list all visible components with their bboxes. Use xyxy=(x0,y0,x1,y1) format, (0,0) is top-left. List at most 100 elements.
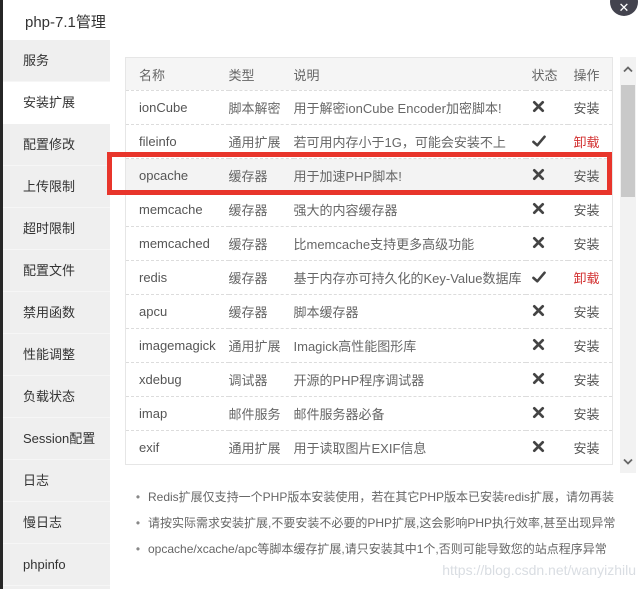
table-row: opcache 缓存器 用于加速PHP脚本! 安装 xyxy=(126,159,613,193)
action-cell: 安装 xyxy=(568,193,613,227)
type-cell: 通用扩展 xyxy=(229,125,294,159)
action-cell: 安装 xyxy=(568,431,613,465)
page-title: php-7.1管理 xyxy=(25,11,106,32)
action-link[interactable]: 卸载 xyxy=(574,271,600,286)
check-icon xyxy=(532,135,546,150)
sidebar-item[interactable]: 超时限制 xyxy=(3,208,110,250)
name-cell: apcu xyxy=(126,295,229,329)
x-icon xyxy=(532,202,545,218)
desc-cell: 用于加速PHP脚本! xyxy=(294,159,526,193)
action-link[interactable]: 安装 xyxy=(574,203,600,218)
action-link[interactable]: 安装 xyxy=(574,373,600,388)
type-cell: 邮件服务 xyxy=(229,397,294,431)
action-cell: 安装 xyxy=(568,91,613,125)
status-cell xyxy=(526,159,568,193)
header-cell: 名称 xyxy=(126,58,229,91)
sidebar-item-label: 超时限制 xyxy=(23,221,75,236)
x-icon xyxy=(532,236,545,252)
type-cell: 缓存器 xyxy=(229,295,294,329)
table-row: xdebug 调试器 开源的PHP程序调试器 安装 xyxy=(126,363,613,397)
desc-cell: 脚本缓存器 xyxy=(294,295,526,329)
name-cell: opcache xyxy=(126,159,229,193)
sidebar-item[interactable]: 日志 xyxy=(3,460,110,502)
note-item: •opcache/xcache/apc等脚本缓存扩展,请只安装其中1个,否则可能… xyxy=(128,536,633,562)
name-cell: redis xyxy=(126,261,229,295)
sidebar-item-label: Session配置 xyxy=(23,431,95,446)
sidebar-item-label: phpinfo xyxy=(23,557,66,572)
sidebar-item-label: 配置文件 xyxy=(23,263,75,278)
note-text: opcache/xcache/apc等脚本缓存扩展,请只安装其中1个,否则可能导… xyxy=(148,542,607,556)
scroll-down-button[interactable] xyxy=(620,451,636,471)
header-cell: 说明 xyxy=(294,58,526,91)
bullet-icon: • xyxy=(128,484,148,510)
desc-cell: 用于读取图片EXIF信息 xyxy=(294,431,526,465)
action-link[interactable]: 卸载 xyxy=(574,135,600,150)
sidebar-item[interactable]: 慢日志 xyxy=(3,502,110,544)
scroll-up-button[interactable] xyxy=(620,59,636,79)
type-cell: 调试器 xyxy=(229,363,294,397)
status-cell xyxy=(526,261,568,295)
name-cell: memcached xyxy=(126,227,229,261)
name-cell: exif xyxy=(126,431,229,465)
x-icon xyxy=(532,100,545,116)
sidebar-item-label: 配置修改 xyxy=(23,137,75,152)
sidebar-item[interactable]: 性能调整 xyxy=(3,334,110,376)
header-cell: 状态 xyxy=(526,58,568,91)
action-link[interactable]: 安装 xyxy=(574,101,600,116)
name-cell: ionCube xyxy=(126,91,229,125)
status-cell xyxy=(526,363,568,397)
note-text: 请按实际需求安装扩展,不要安装不必要的PHP扩展,这会影响PHP执行效率,甚至出… xyxy=(148,516,615,530)
table-row: exif 通用扩展 用于读取图片EXIF信息 安装 xyxy=(126,431,613,465)
sidebar-item[interactable]: 配置修改 xyxy=(3,124,110,166)
sidebar-item[interactable]: 配置文件 xyxy=(3,250,110,292)
sidebar-item-label: 负载状态 xyxy=(23,389,75,404)
sidebar-item[interactable]: 上传限制 xyxy=(3,166,110,208)
status-cell xyxy=(526,91,568,125)
table-row: memcached 缓存器 比memcache支持更多高级功能 安装 xyxy=(126,227,613,261)
sidebar-item[interactable]: 安装扩展 xyxy=(3,82,110,124)
sidebar-item-label: 日志 xyxy=(23,473,49,488)
sidebar-item-label: 禁用函数 xyxy=(23,305,75,320)
type-cell: 缓存器 xyxy=(229,227,294,261)
name-cell: fileinfo xyxy=(126,125,229,159)
check-icon xyxy=(532,271,546,286)
note-item: •请按实际需求安装扩展,不要安装不必要的PHP扩展,这会影响PHP执行效率,甚至… xyxy=(128,510,633,536)
desc-cell: 比memcache支持更多高级功能 xyxy=(294,227,526,261)
type-cell: 缓存器 xyxy=(229,261,294,295)
sidebar-item-label: 服务 xyxy=(23,53,49,68)
type-cell: 通用扩展 xyxy=(229,329,294,363)
x-icon xyxy=(532,338,545,354)
desc-cell: Imagick高性能图形库 xyxy=(294,329,526,363)
status-cell xyxy=(526,397,568,431)
sidebar-item[interactable]: 禁用函数 xyxy=(3,292,110,334)
name-cell: memcache xyxy=(126,193,229,227)
sidebar-item[interactable]: 负载状态 xyxy=(3,376,110,418)
action-link[interactable]: 安装 xyxy=(574,441,600,456)
window-frame: php-7.1管理 ✕ 服务 安装扩展 配置修改 上传限制 超时限制 配置文件 … xyxy=(0,0,640,589)
action-link[interactable]: 安装 xyxy=(574,339,600,354)
table-row: fileinfo 通用扩展 若可用内存小于1G，可能会安装不上 卸载 xyxy=(126,125,613,159)
table-row: imagemagick 通用扩展 Imagick高性能图形库 安装 xyxy=(126,329,613,363)
sidebar-item[interactable]: 服务 xyxy=(3,40,110,82)
sidebar-item-label: 性能调整 xyxy=(23,347,75,362)
header-cell: 操作 xyxy=(568,58,613,91)
action-cell: 安装 xyxy=(568,295,613,329)
table-row: redis 缓存器 基于内存亦可持久化的Key-Value数据库 卸载 xyxy=(126,261,613,295)
action-link[interactable]: 安装 xyxy=(574,237,600,252)
x-icon xyxy=(532,168,545,184)
table-row: imap 邮件服务 邮件服务器必备 安装 xyxy=(126,397,613,431)
scroll-thumb[interactable] xyxy=(621,85,635,197)
sidebar-item[interactable]: phpinfo xyxy=(3,544,110,586)
sidebar-item[interactable]: Session配置 xyxy=(3,418,110,460)
action-cell: 卸载 xyxy=(568,261,613,295)
sidebar: 服务 安装扩展 配置修改 上传限制 超时限制 配置文件 禁用函数 性能调整 负载… xyxy=(3,40,110,589)
action-cell: 卸载 xyxy=(568,125,613,159)
header-cell: 类型 xyxy=(229,58,294,91)
sidebar-item-label: 上传限制 xyxy=(23,179,75,194)
action-link[interactable]: 安装 xyxy=(574,305,600,320)
action-link[interactable]: 安装 xyxy=(574,407,600,422)
name-cell: imap xyxy=(126,397,229,431)
action-link[interactable]: 安装 xyxy=(574,169,600,184)
note-item: •Redis扩展仅支持一个PHP版本安装使用，若在其它PHP版本已安装redis… xyxy=(128,484,633,510)
scrollbar[interactable] xyxy=(620,57,636,473)
